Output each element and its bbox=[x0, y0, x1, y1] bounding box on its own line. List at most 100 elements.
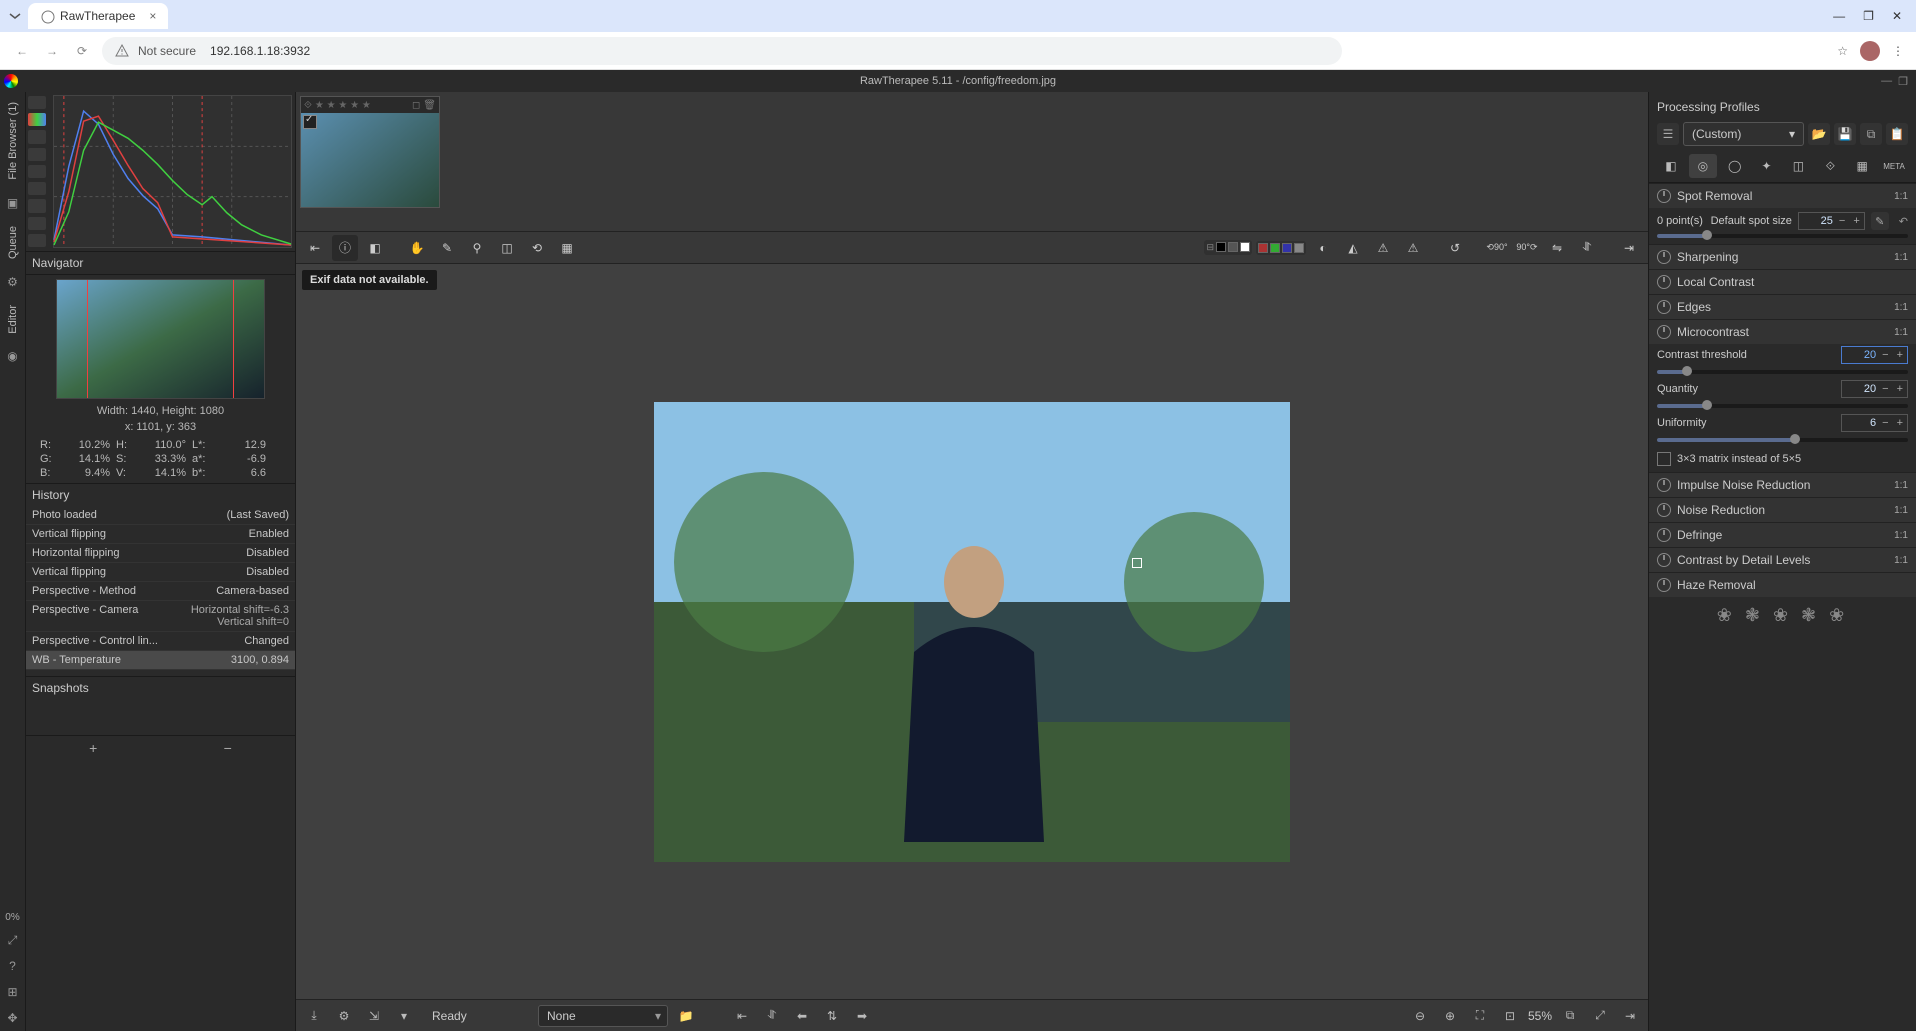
trash-icon[interactable]: 🗑 bbox=[423, 100, 436, 111]
filebrowser-tab[interactable]: File Browser (1) bbox=[7, 96, 19, 186]
queue-icon[interactable]: ⚙ bbox=[332, 1004, 356, 1028]
panel-impulse[interactable]: Impulse Noise Reduction1:1 bbox=[1649, 472, 1916, 497]
tab-raw-icon[interactable]: ⟐ bbox=[1816, 154, 1844, 178]
zoom-out-icon[interactable]: ⊖ bbox=[1408, 1004, 1432, 1028]
nav-first-icon[interactable]: ⇤ bbox=[730, 1004, 754, 1028]
folder-open-icon[interactable]: 📁 bbox=[674, 1004, 698, 1028]
panel-haze[interactable]: Haze Removal bbox=[1649, 572, 1916, 597]
panel-noise[interactable]: Noise Reduction1:1 bbox=[1649, 497, 1916, 522]
levels-icon[interactable]: ⊞ bbox=[4, 983, 22, 1001]
hist-toggle-4[interactable] bbox=[28, 148, 46, 161]
clear-icon[interactable]: ◻ bbox=[412, 100, 420, 111]
tab-dropdown-icon[interactable] bbox=[8, 9, 22, 23]
crop-icon[interactable]: ◫ bbox=[494, 235, 520, 261]
rot90-l-icon[interactable]: ⟲90° bbox=[1484, 235, 1510, 261]
history-row[interactable]: Perspective - CameraHorizontal shift=-6.… bbox=[26, 601, 295, 632]
link-icon[interactable]: ⟐ bbox=[304, 100, 312, 111]
tab-close-icon[interactable]: × bbox=[149, 9, 156, 23]
tab-meta-icon[interactable]: META bbox=[1880, 154, 1908, 178]
tab-local-icon[interactable]: ▦ bbox=[1848, 154, 1876, 178]
collapse-r-icon[interactable]: ⇥ bbox=[1618, 1004, 1642, 1028]
gear-icon[interactable]: ⚙ bbox=[4, 273, 22, 291]
help-icon[interactable]: ? bbox=[4, 957, 22, 975]
editor-tab[interactable]: Editor bbox=[7, 299, 19, 340]
flip-v-icon[interactable]: ⥯ bbox=[1574, 235, 1600, 261]
new-window-icon[interactable]: ⧉ bbox=[1558, 1004, 1582, 1028]
tab-advanced-icon[interactable]: ✦ bbox=[1753, 154, 1781, 178]
history-list[interactable]: Photo loaded(Last Saved)Vertical flippin… bbox=[26, 506, 295, 676]
info-icon[interactable]: ⓘ bbox=[332, 235, 358, 261]
profile-copy-icon[interactable]: ⧉ bbox=[1860, 123, 1882, 145]
history-row[interactable]: Vertical flippingDisabled bbox=[26, 563, 295, 582]
micro-quantity-spinner[interactable]: −+ bbox=[1841, 380, 1908, 398]
panel-micro[interactable]: Microcontrast1:1 bbox=[1649, 319, 1916, 344]
output-profile-dropdown[interactable]: None bbox=[538, 1005, 668, 1027]
micro-matrix-check[interactable]: 3×3 matrix instead of 5×5 bbox=[1649, 446, 1916, 472]
navigator-thumb[interactable] bbox=[56, 279, 265, 399]
collapse-icon[interactable]: ⇤ bbox=[302, 235, 328, 261]
panel-edges[interactable]: Edges1:1 bbox=[1649, 294, 1916, 319]
clip-l[interactable] bbox=[1294, 243, 1304, 253]
clip-r[interactable] bbox=[1258, 243, 1268, 253]
profile-mode-icon[interactable]: ☰ bbox=[1657, 123, 1679, 145]
zoom-fit-icon[interactable]: ⛶ bbox=[1468, 1004, 1492, 1028]
nav-updown-icon[interactable]: ⇅ bbox=[820, 1004, 844, 1028]
folder-icon[interactable]: ▣ bbox=[4, 194, 22, 212]
hist-toggle-8[interactable] bbox=[28, 217, 46, 230]
hist-toggle-3[interactable] bbox=[28, 130, 46, 143]
panel-cdl[interactable]: Contrast by Detail Levels1:1 bbox=[1649, 547, 1916, 572]
history-row[interactable]: Perspective - Control lin...Changed bbox=[26, 632, 295, 651]
hist-toggle-5[interactable] bbox=[28, 165, 46, 178]
zoom-in-icon[interactable]: ⊕ bbox=[1438, 1004, 1462, 1028]
straighten-icon[interactable]: ⟲ bbox=[524, 235, 550, 261]
reload-icon[interactable]: ⟳ bbox=[72, 44, 92, 58]
app-min-icon[interactable]: — bbox=[1881, 75, 1892, 88]
micro-quantity-slider[interactable] bbox=[1657, 404, 1908, 408]
bg-gray[interactable] bbox=[1228, 242, 1238, 252]
spot-reset-icon[interactable]: ↶ bbox=[1899, 215, 1908, 228]
maximize-icon[interactable]: ❐ bbox=[1863, 9, 1874, 23]
forward-icon[interactable]: → bbox=[42, 44, 62, 58]
focus-mask-icon[interactable]: ◭ bbox=[1340, 235, 1366, 261]
move-icon[interactable]: ✥ bbox=[4, 1009, 22, 1027]
hist-toggle-7[interactable] bbox=[28, 199, 46, 212]
flip-h-icon[interactable]: ⇋ bbox=[1544, 235, 1570, 261]
hand-icon[interactable]: ✋ bbox=[404, 235, 430, 261]
expand-icon[interactable]: ⇥ bbox=[1616, 235, 1642, 261]
minimize-icon[interactable]: — bbox=[1833, 9, 1845, 23]
arrow-icon[interactable]: ⤢ bbox=[4, 931, 22, 949]
clip-g[interactable] bbox=[1270, 243, 1280, 253]
snapshot-remove-button[interactable]: − bbox=[161, 736, 296, 760]
perspective-icon[interactable]: ▦ bbox=[554, 235, 580, 261]
browser-tab[interactable]: RawTherapee × bbox=[28, 3, 168, 29]
profile-load-icon[interactable]: 📂 bbox=[1808, 123, 1830, 145]
tab-exposure-icon[interactable]: ◧ bbox=[1657, 154, 1685, 178]
highlight-clip-icon[interactable]: ⚠ bbox=[1400, 235, 1426, 261]
profile-paste-icon[interactable]: 📋 bbox=[1886, 123, 1908, 145]
history-row[interactable]: WB - Temperature3100, 0.894 bbox=[26, 651, 295, 670]
export-menu-icon[interactable]: ▾ bbox=[392, 1004, 416, 1028]
queue-tab[interactable]: Queue bbox=[7, 220, 19, 265]
close-icon[interactable]: ✕ bbox=[1892, 9, 1902, 23]
fullscreen-icon[interactable]: ⤢ bbox=[1588, 1004, 1612, 1028]
bg-black[interactable] bbox=[1216, 242, 1226, 252]
micro-contrast-slider[interactable] bbox=[1657, 370, 1908, 374]
tab-detail-icon[interactable]: ◎ bbox=[1689, 154, 1717, 178]
micro-uniform-slider[interactable] bbox=[1657, 438, 1908, 442]
save-icon[interactable]: ⤓ bbox=[302, 1004, 326, 1028]
film-thumb[interactable]: ⟐ ★ ★ ★ ★ ★ ◻ 🗑 bbox=[300, 96, 440, 208]
history-row[interactable]: Vertical flippingEnabled bbox=[26, 525, 295, 544]
panel-local[interactable]: Local Contrast bbox=[1649, 269, 1916, 294]
picker-icon[interactable]: ✎ bbox=[434, 235, 460, 261]
zoom-100-icon[interactable]: ⊡ bbox=[1498, 1004, 1522, 1028]
export-icon[interactable]: ⇲ bbox=[362, 1004, 386, 1028]
rot90-r-icon[interactable]: 90°⟳ bbox=[1514, 235, 1540, 261]
histogram-canvas[interactable] bbox=[53, 95, 292, 248]
spot-size-spinner[interactable]: −+ bbox=[1798, 212, 1865, 230]
micro-contrast-spinner[interactable]: −+ bbox=[1841, 346, 1908, 364]
panel-defringe[interactable]: Defringe1:1 bbox=[1649, 522, 1916, 547]
rotate-left-icon[interactable]: ↺ bbox=[1442, 235, 1468, 261]
history-row[interactable]: Perspective - MethodCamera-based bbox=[26, 582, 295, 601]
bookmark-icon[interactable]: ☆ bbox=[1837, 44, 1848, 58]
profile-save-icon[interactable]: 💾 bbox=[1834, 123, 1856, 145]
